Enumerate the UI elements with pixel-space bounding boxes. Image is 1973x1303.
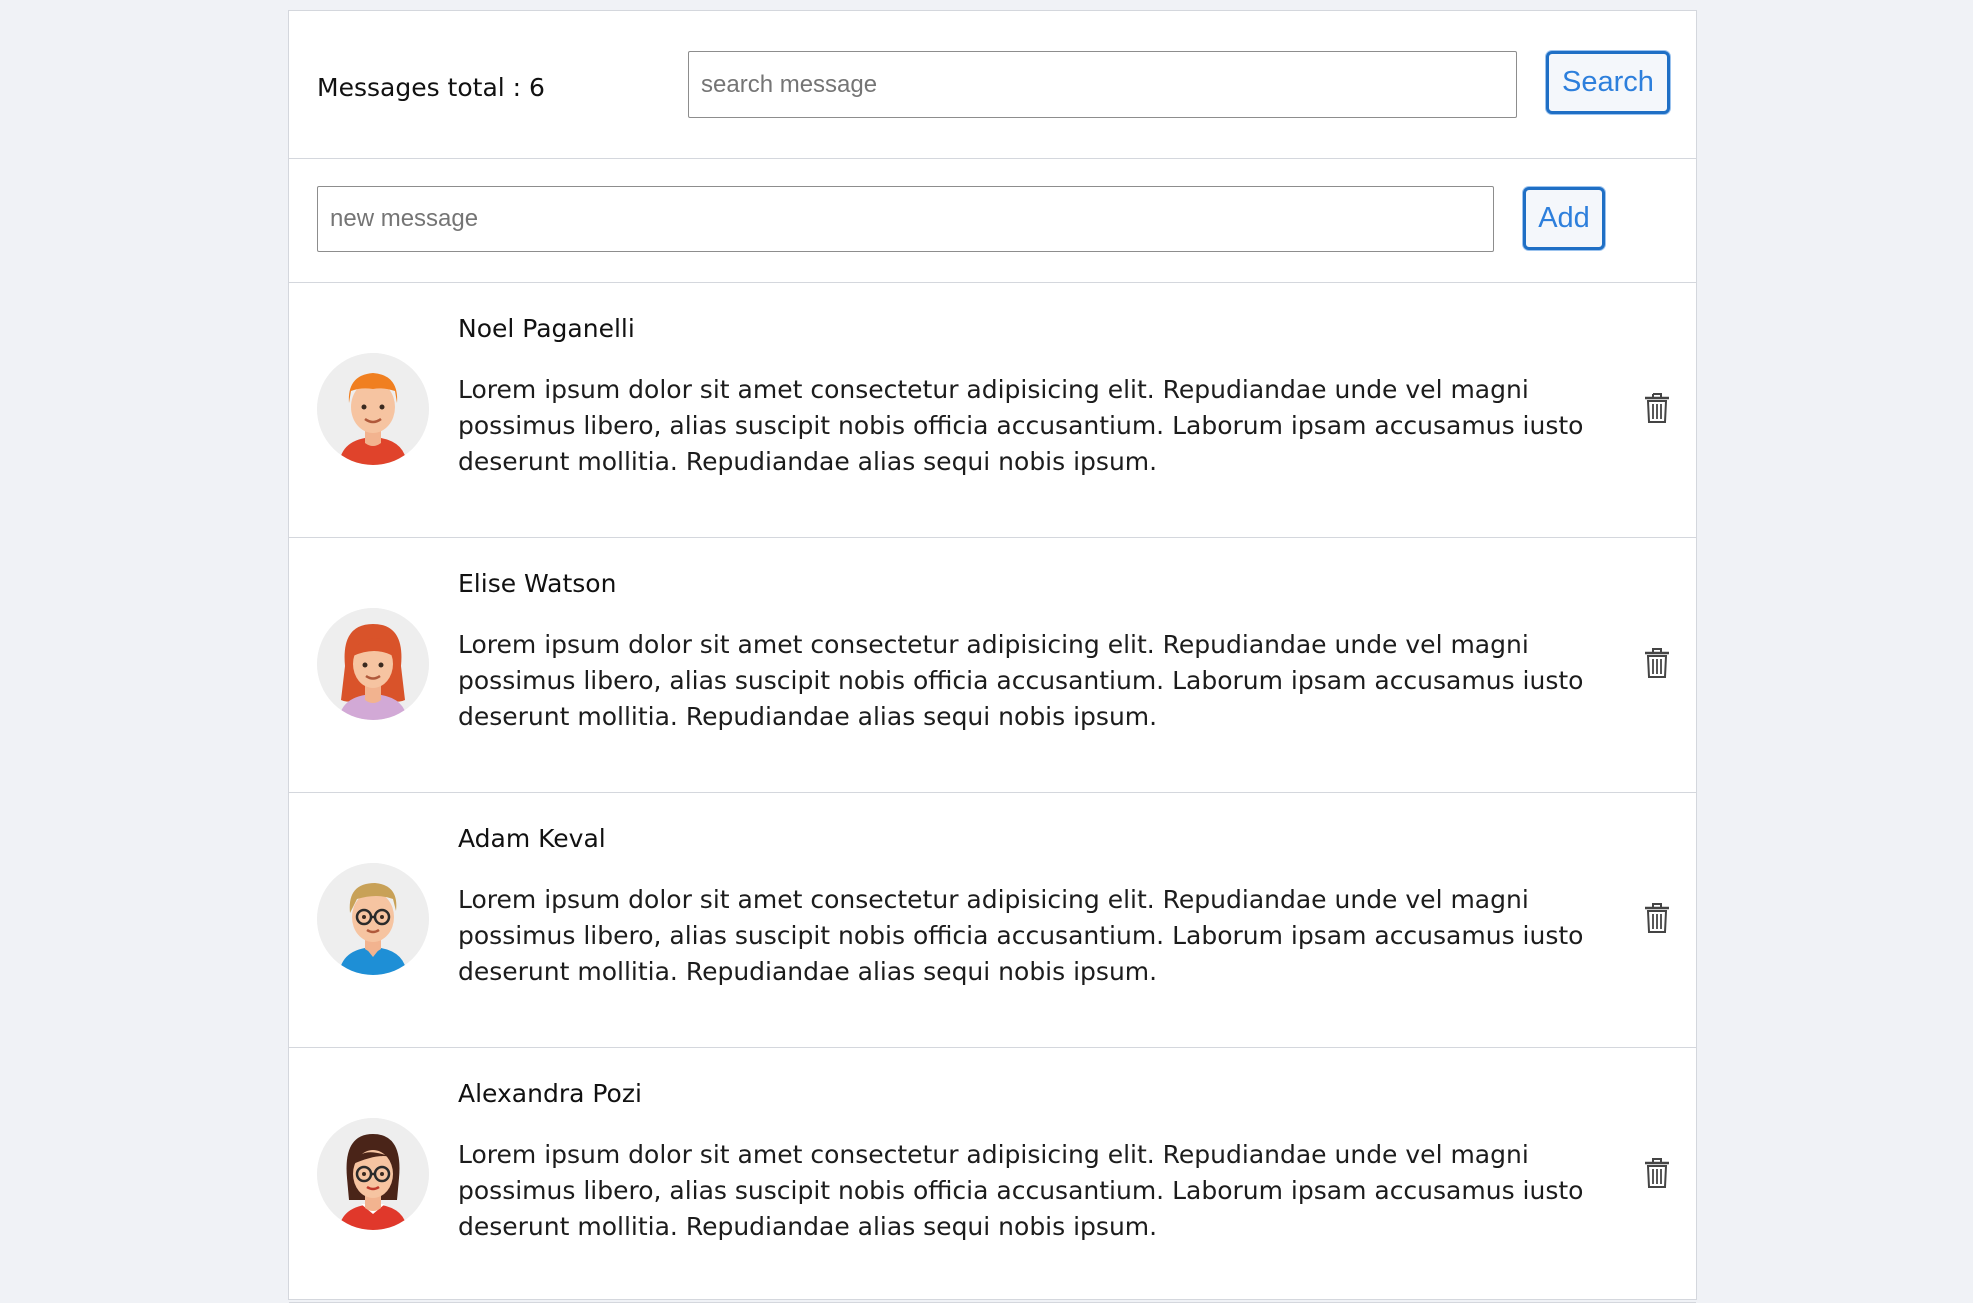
messages-panel: Messages total : 6 Search Add Noel Pagan… — [288, 10, 1697, 1303]
message-author: Alexandra Pozi — [458, 1079, 642, 1108]
messages-total-label: Messages total : 6 — [317, 73, 545, 102]
new-message-input[interactable] — [317, 186, 1494, 252]
message-item: Noel Paganelli Lorem ipsum dolor sit ame… — [289, 283, 1696, 538]
message-author: Adam Keval — [458, 824, 606, 853]
woman-red-hair-avatar-icon — [317, 608, 429, 720]
trash-icon[interactable] — [1643, 647, 1671, 679]
trash-icon[interactable] — [1643, 392, 1671, 424]
message-item: Adam Keval Lorem ipsum dolor sit amet co… — [289, 793, 1696, 1048]
message-text: Lorem ipsum dolor sit amet consectetur a… — [458, 1140, 1584, 1241]
message-author: Noel Paganelli — [458, 314, 635, 343]
message-text: Lorem ipsum dolor sit amet consectetur a… — [458, 630, 1584, 731]
trash-icon[interactable] — [1643, 902, 1671, 934]
search-input[interactable] — [688, 51, 1517, 118]
message-item: Elise Watson Lorem ipsum dolor sit amet … — [289, 538, 1696, 793]
message-author: Elise Watson — [458, 569, 617, 598]
message-item: Alexandra Pozi Lorem ipsum dolor sit ame… — [289, 1048, 1696, 1303]
man-orange-hair-avatar-icon — [317, 353, 429, 465]
search-button[interactable]: Search — [1546, 51, 1670, 114]
add-button[interactable]: Add — [1523, 187, 1605, 250]
message-text: Lorem ipsum dolor sit amet consectetur a… — [458, 885, 1584, 986]
woman-glasses-avatar-icon — [317, 1118, 429, 1230]
messages-total: Messages total : 6 — [317, 73, 545, 103]
header-bar: Messages total : 6 Search — [289, 11, 1696, 159]
man-glasses-avatar-icon — [317, 863, 429, 975]
trash-icon[interactable] — [1643, 1157, 1671, 1189]
message-text: Lorem ipsum dolor sit amet consectetur a… — [458, 375, 1584, 476]
